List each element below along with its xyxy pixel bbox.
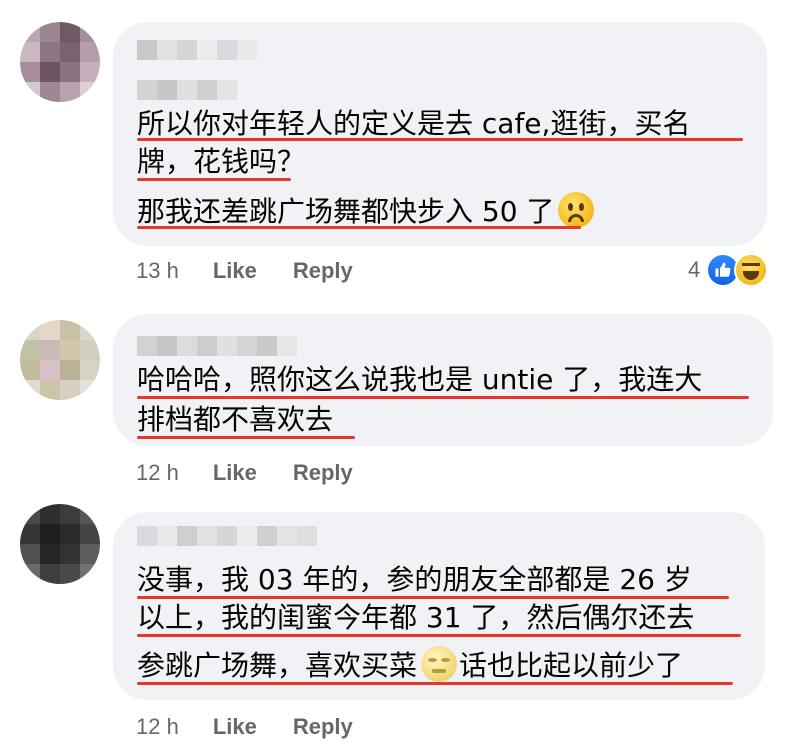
reaction-count: 4: [688, 257, 701, 282]
highlight-underline: [137, 596, 729, 599]
avatar[interactable]: [20, 320, 100, 400]
comment-bubble: 哈哈哈，照你这么说我也是 untie 了，我连大 排档都不喜欢去: [113, 314, 773, 446]
comment-text: 那我还差跳广场舞都快步入 50 了: [137, 195, 555, 228]
comment-text: 话也比起以前少了: [459, 649, 684, 682]
frowning-face-icon: [558, 192, 595, 228]
comment-text-line: 排档都不喜欢去: [137, 403, 334, 436]
timestamp[interactable]: 13 h: [136, 258, 179, 283]
timestamp[interactable]: 12 h: [136, 460, 179, 485]
comment-text: 参跳广场舞，喜欢买菜: [137, 649, 418, 682]
comment-text-line: 参跳广场舞，喜欢买菜 话也比起以前少了: [137, 646, 683, 684]
highlight-underline: [137, 396, 749, 399]
highlight-underline: [137, 138, 743, 141]
moon-face-icon: [421, 646, 458, 682]
reply-button[interactable]: Reply: [293, 258, 353, 283]
blurred-author-name-2: [137, 80, 237, 100]
highlight-underline: [137, 226, 581, 229]
blurred-author-name[interactable]: [137, 526, 317, 546]
haha-icon: [734, 253, 769, 287]
comment-bubble: 所以你对年轻人的定义是去 cafe,逛街，买名 牌，花钱吗？ 那我还差跳广场舞都…: [113, 22, 767, 246]
comment-text-line: 那我还差跳广场舞都快步入 50 了: [137, 192, 595, 230]
comment-text-line: 以上，我的闺蜜今年都 31 了，然后偶尔还去: [137, 601, 695, 634]
reactions-summary[interactable]: 4: [688, 253, 769, 287]
highlight-underline: [137, 178, 291, 181]
reply-button[interactable]: Reply: [293, 714, 353, 739]
comment-meta: 12 h Like Reply: [136, 460, 389, 486]
like-button[interactable]: Like: [213, 714, 257, 739]
comment-text-line: 没事，我 03 年的，参的朋友全部都是 26 岁: [137, 563, 692, 596]
comment-text-line: 牌，花钱吗？: [137, 145, 306, 178]
reply-button[interactable]: Reply: [293, 460, 353, 485]
blurred-author-name[interactable]: [137, 40, 257, 60]
highlight-underline: [137, 436, 355, 439]
blurred-author-name[interactable]: [137, 336, 297, 356]
comment-text-line: 哈哈哈，照你这么说我也是 untie 了，我连大: [137, 363, 703, 396]
timestamp[interactable]: 12 h: [136, 714, 179, 739]
comment-meta: 13 h Like Reply: [136, 258, 389, 284]
like-button[interactable]: Like: [213, 258, 257, 283]
highlight-underline: [137, 682, 733, 685]
like-button[interactable]: Like: [213, 460, 257, 485]
comment-text-line: 所以你对年轻人的定义是去 cafe,逛街，买名: [137, 107, 691, 140]
comment-bubble: 没事，我 03 年的，参的朋友全部都是 26 岁 以上，我的闺蜜今年都 31 了…: [113, 512, 765, 700]
avatar[interactable]: [20, 504, 100, 584]
avatar[interactable]: [20, 22, 100, 102]
comment-meta: 12 h Like Reply: [136, 714, 389, 740]
highlight-underline: [137, 634, 741, 637]
